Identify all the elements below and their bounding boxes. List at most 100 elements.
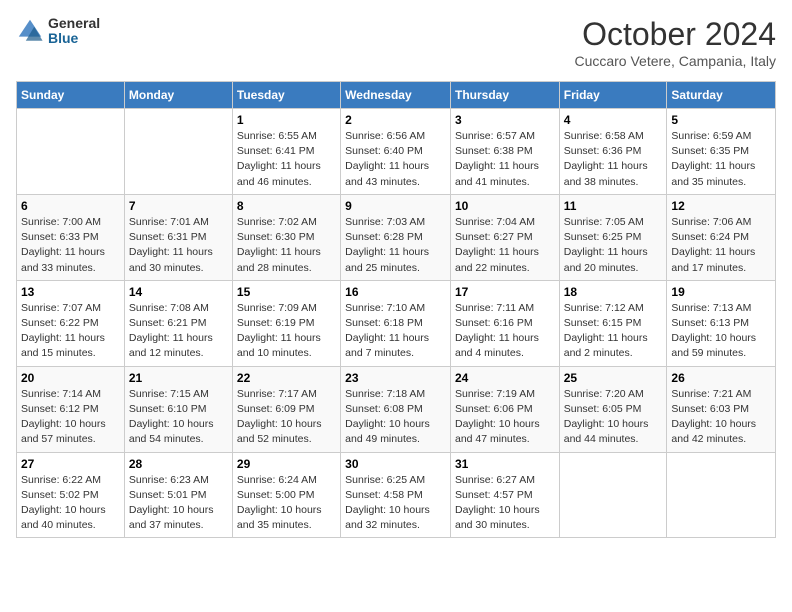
calendar-cell: 1 Sunrise: 6:55 AM Sunset: 6:41 PM Daylig…	[232, 109, 340, 195]
day-info: Sunrise: 7:17 AM Sunset: 6:09 PM Dayligh…	[237, 388, 322, 446]
calendar-cell: 2Sunrise: 6:56 AM Sunset: 6:40 PM Daylig…	[341, 109, 451, 195]
calendar-cell: 18 Sunrise: 7:12 AM Sunset: 6:15 PM Dayli…	[559, 280, 667, 366]
day-info: Sunrise: 6:25 AM Sunset: 4:58 PM Dayligh…	[345, 474, 430, 532]
day-info: Sunrise: 7:18 AM Sunset: 6:08 PM Dayligh…	[345, 388, 430, 446]
calendar-cell: 13 Sunrise: 7:07 AM Sunset: 6:22 PM Dayli…	[17, 280, 125, 366]
calendar-cell	[667, 452, 776, 538]
calendar-week-row: 1 Sunrise: 6:55 AM Sunset: 6:41 PM Daylig…	[17, 109, 776, 195]
calendar-cell: 12 Sunrise: 7:06 AM Sunset: 6:24 PM Dayli…	[667, 194, 776, 280]
calendar-cell: 17Sunrise: 7:11 AM Sunset: 6:16 PM Dayli…	[450, 280, 559, 366]
day-number: 23	[345, 371, 446, 385]
day-info: Sunrise: 7:04 AM Sunset: 6:27 PM Dayligh…	[455, 216, 539, 274]
day-number: 26	[671, 371, 771, 385]
day-info: Sunrise: 7:07 AM Sunset: 6:22 PM Dayligh…	[21, 302, 105, 360]
calendar-cell: 29 Sunrise: 6:24 AM Sunset: 5:00 PM Dayli…	[232, 452, 340, 538]
calendar-cell: 3 Sunrise: 6:57 AM Sunset: 6:38 PM Daylig…	[450, 109, 559, 195]
day-number: 14	[129, 285, 228, 299]
calendar-cell: 31 Sunrise: 6:27 AM Sunset: 4:57 PM Dayli…	[450, 452, 559, 538]
day-info: Sunrise: 7:21 AM Sunset: 6:03 PM Dayligh…	[671, 388, 756, 446]
calendar-cell: 5 Sunrise: 6:59 AM Sunset: 6:35 PM Daylig…	[667, 109, 776, 195]
day-info: Sunrise: 6:56 AM Sunset: 6:40 PM Dayligh…	[345, 130, 429, 188]
day-info: Sunrise: 7:00 AM Sunset: 6:33 PM Dayligh…	[21, 216, 105, 274]
page-header: General Blue October 2024 Cuccaro Vetere…	[16, 16, 776, 69]
day-number: 16	[345, 285, 446, 299]
day-number: 15	[237, 285, 336, 299]
day-number: 11	[564, 199, 663, 213]
day-number: 18	[564, 285, 663, 299]
calendar-cell	[124, 109, 232, 195]
weekday-header: Monday	[124, 82, 232, 109]
day-info: Sunrise: 7:06 AM Sunset: 6:24 PM Dayligh…	[671, 216, 755, 274]
calendar-week-row: 20 Sunrise: 7:14 AM Sunset: 6:12 PM Dayli…	[17, 366, 776, 452]
day-info: Sunrise: 7:03 AM Sunset: 6:28 PM Dayligh…	[345, 216, 429, 274]
day-number: 3	[455, 113, 555, 127]
calendar-cell	[17, 109, 125, 195]
logo-general: General	[48, 16, 100, 31]
calendar-cell: 23 Sunrise: 7:18 AM Sunset: 6:08 PM Dayli…	[341, 366, 451, 452]
day-number: 25	[564, 371, 663, 385]
weekday-header: Thursday	[450, 82, 559, 109]
logo-blue: Blue	[48, 31, 100, 46]
day-number: 12	[671, 199, 771, 213]
calendar-cell: 20 Sunrise: 7:14 AM Sunset: 6:12 PM Dayli…	[17, 366, 125, 452]
title-block: October 2024 Cuccaro Vetere, Campania, I…	[574, 16, 776, 69]
day-info: Sunrise: 6:55 AM Sunset: 6:41 PM Dayligh…	[237, 130, 321, 188]
calendar-cell: 26 Sunrise: 7:21 AM Sunset: 6:03 PM Dayli…	[667, 366, 776, 452]
day-info: Sunrise: 7:15 AM Sunset: 6:10 PM Dayligh…	[129, 388, 214, 446]
day-number: 8	[237, 199, 336, 213]
calendar-cell: 8 Sunrise: 7:02 AM Sunset: 6:30 PM Daylig…	[232, 194, 340, 280]
day-info: Sunrise: 7:05 AM Sunset: 6:25 PM Dayligh…	[564, 216, 648, 274]
calendar-cell: 30 Sunrise: 6:25 AM Sunset: 4:58 PM Dayli…	[341, 452, 451, 538]
day-number: 5	[671, 113, 771, 127]
calendar-cell: 22 Sunrise: 7:17 AM Sunset: 6:09 PM Dayli…	[232, 366, 340, 452]
day-info: Sunrise: 6:24 AM Sunset: 5:00 PM Dayligh…	[237, 474, 322, 532]
day-info: Sunrise: 7:01 AM Sunset: 6:31 PM Dayligh…	[129, 216, 213, 274]
day-number: 9	[345, 199, 446, 213]
day-number: 6	[21, 199, 120, 213]
month-title: October 2024	[574, 16, 776, 53]
logo-icon	[16, 17, 44, 45]
weekday-header: Wednesday	[341, 82, 451, 109]
calendar-cell: 16 Sunrise: 7:10 AM Sunset: 6:18 PM Dayli…	[341, 280, 451, 366]
day-number: 29	[237, 457, 336, 471]
day-info: Sunrise: 7:02 AM Sunset: 6:30 PM Dayligh…	[237, 216, 321, 274]
day-number: 27	[21, 457, 120, 471]
day-info: Sunrise: 7:09 AM Sunset: 6:19 PM Dayligh…	[237, 302, 321, 360]
location-subtitle: Cuccaro Vetere, Campania, Italy	[574, 53, 776, 69]
day-number: 28	[129, 457, 228, 471]
day-info: Sunrise: 6:59 AM Sunset: 6:35 PM Dayligh…	[671, 130, 755, 188]
logo-text: General Blue	[48, 16, 100, 47]
day-number: 1	[237, 113, 336, 127]
weekday-header: Sunday	[17, 82, 125, 109]
calendar-cell	[559, 452, 667, 538]
calendar-cell: 19Sunrise: 7:13 AM Sunset: 6:13 PM Dayli…	[667, 280, 776, 366]
calendar-week-row: 6 Sunrise: 7:00 AM Sunset: 6:33 PM Daylig…	[17, 194, 776, 280]
calendar-table: SundayMondayTuesdayWednesdayThursdayFrid…	[16, 81, 776, 538]
calendar-week-row: 27 Sunrise: 6:22 AM Sunset: 5:02 PM Dayli…	[17, 452, 776, 538]
calendar-cell: 24Sunrise: 7:19 AM Sunset: 6:06 PM Dayli…	[450, 366, 559, 452]
day-number: 10	[455, 199, 555, 213]
calendar-week-row: 13 Sunrise: 7:07 AM Sunset: 6:22 PM Dayli…	[17, 280, 776, 366]
day-info: Sunrise: 6:57 AM Sunset: 6:38 PM Dayligh…	[455, 130, 539, 188]
calendar-cell: 4Sunrise: 6:58 AM Sunset: 6:36 PM Daylig…	[559, 109, 667, 195]
calendar-cell: 21 Sunrise: 7:15 AM Sunset: 6:10 PM Dayli…	[124, 366, 232, 452]
day-info: Sunrise: 7:10 AM Sunset: 6:18 PM Dayligh…	[345, 302, 429, 360]
day-number: 19	[671, 285, 771, 299]
calendar-cell: 14Sunrise: 7:08 AM Sunset: 6:21 PM Dayli…	[124, 280, 232, 366]
day-number: 30	[345, 457, 446, 471]
day-number: 24	[455, 371, 555, 385]
weekday-header: Friday	[559, 82, 667, 109]
day-info: Sunrise: 6:23 AM Sunset: 5:01 PM Dayligh…	[129, 474, 214, 532]
day-number: 31	[455, 457, 555, 471]
day-info: Sunrise: 6:22 AM Sunset: 5:02 PM Dayligh…	[21, 474, 106, 532]
day-info: Sunrise: 7:14 AM Sunset: 6:12 PM Dayligh…	[21, 388, 106, 446]
day-info: Sunrise: 6:27 AM Sunset: 4:57 PM Dayligh…	[455, 474, 540, 532]
weekday-header-row: SundayMondayTuesdayWednesdayThursdayFrid…	[17, 82, 776, 109]
day-info: Sunrise: 7:12 AM Sunset: 6:15 PM Dayligh…	[564, 302, 648, 360]
day-number: 22	[237, 371, 336, 385]
calendar-cell: 7Sunrise: 7:01 AM Sunset: 6:31 PM Daylig…	[124, 194, 232, 280]
day-number: 20	[21, 371, 120, 385]
day-number: 21	[129, 371, 228, 385]
calendar-cell: 10 Sunrise: 7:04 AM Sunset: 6:27 PM Dayli…	[450, 194, 559, 280]
day-number: 13	[21, 285, 120, 299]
